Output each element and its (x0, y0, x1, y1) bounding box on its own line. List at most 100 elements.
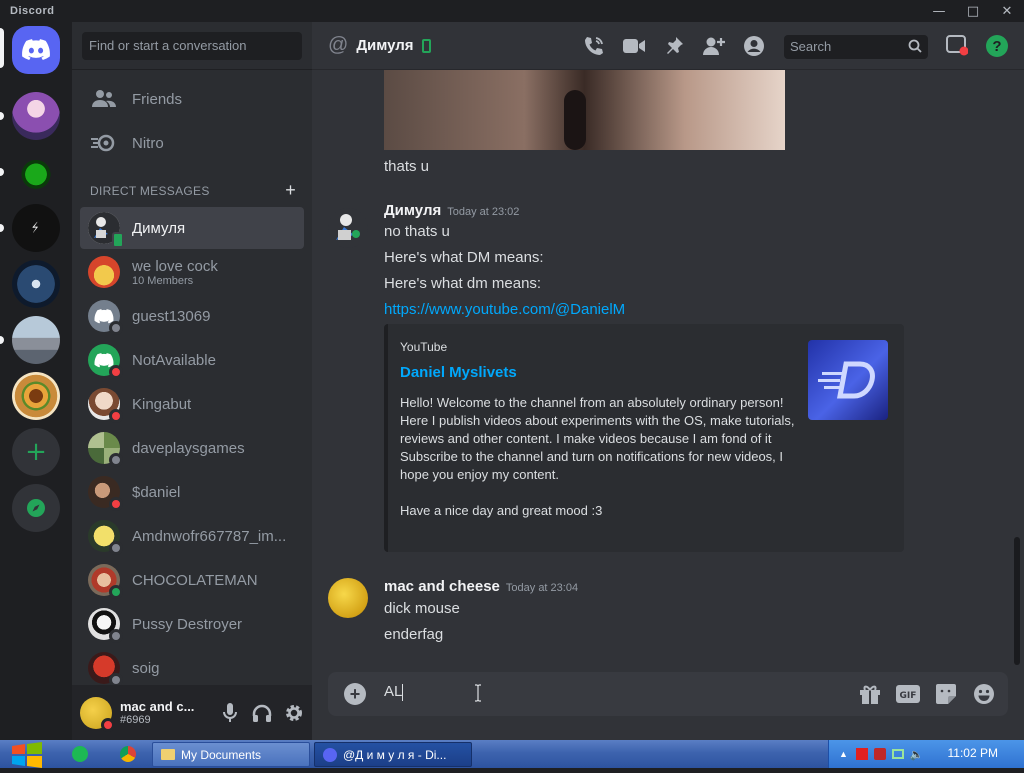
message-author[interactable]: mac and cheese Today at 23:04 (384, 578, 578, 595)
search-icon (908, 39, 922, 56)
dm-subtitle: 10 Members (132, 274, 194, 287)
voice-call-button[interactable] (582, 34, 606, 58)
divider (72, 69, 312, 70)
tray-expand-icon[interactable]: ▲ (839, 749, 848, 759)
text-cursor-icon (475, 684, 481, 702)
dm-name: CHOCOLATEMAN (132, 571, 258, 589)
embed-provider[interactable]: YouTube (400, 340, 447, 354)
windows-logo-icon (12, 742, 42, 768)
message-link[interactable]: https://www.youtube.com/@DanielM (384, 301, 625, 318)
dm-names: Димуля (132, 220, 185, 237)
close-button[interactable]: ✕ (990, 0, 1024, 22)
user-names[interactable]: mac and c... #6969 (120, 699, 208, 726)
headphones-button[interactable] (246, 697, 278, 729)
dm-item[interactable]: Kingabut (80, 383, 304, 425)
embed-thumbnail[interactable] (808, 340, 888, 420)
tray-clock[interactable]: 11:02 PM (948, 746, 998, 760)
emoji-button[interactable] (972, 682, 996, 706)
tray-volume-icon[interactable]: 🔈 (910, 748, 924, 761)
maximize-button[interactable]: □ (956, 0, 990, 22)
server-building[interactable] (12, 316, 60, 364)
server-ak47[interactable]: ⚡ (12, 204, 60, 252)
minimize-button[interactable]: — (922, 0, 956, 22)
nav-friends[interactable]: Friends (80, 79, 304, 119)
avatar[interactable] (328, 578, 368, 618)
explore-servers-button[interactable] (12, 484, 60, 532)
unread-indicator (0, 168, 4, 176)
inbox-button[interactable] (946, 34, 969, 61)
upload-button[interactable]: + (344, 683, 366, 705)
nav-nitro[interactable]: Nitro (80, 123, 304, 163)
dm-name: $daniel (132, 483, 181, 501)
dm-item[interactable]: CHOCOLATEMAN (80, 559, 304, 601)
microphone-button[interactable] (214, 697, 246, 729)
dm-item[interactable]: Pussy Destroyer (80, 603, 304, 645)
dm-item[interactable]: $daniel (80, 471, 304, 513)
tray-shield-icon[interactable] (873, 748, 886, 760)
avatar (88, 564, 123, 599)
dm-item[interactable]: daveplaysgames (80, 427, 304, 469)
user-avatar[interactable] (80, 696, 115, 732)
dm-sidebar: Find or start a conversation Friends Nit… (72, 22, 312, 740)
gif-icon: GIF (896, 685, 920, 703)
author-name: Димуля (384, 202, 442, 219)
message-author[interactable]: Димуля Today at 23:02 (384, 202, 519, 219)
message-search-input[interactable]: Search (784, 35, 928, 59)
emoji-icon (974, 684, 994, 704)
dm-item[interactable]: Димуля (80, 207, 304, 249)
dm-name: we love cock (132, 257, 218, 275)
friends-icon (88, 83, 120, 115)
add-friends-to-dm-button[interactable] (702, 34, 726, 58)
help-button[interactable]: ? (986, 35, 1008, 57)
sticker-button[interactable] (934, 682, 958, 706)
avatar-art (336, 214, 360, 240)
find-conversation-input[interactable]: Find or start a conversation (82, 32, 302, 60)
server-planet[interactable] (12, 260, 60, 308)
status-dnd-icon (109, 365, 123, 379)
message-timestamp: Today at 23:04 (505, 582, 579, 594)
dm-item[interactable]: we love cock 10 Members (80, 251, 304, 293)
user-profile-button[interactable] (742, 34, 766, 58)
sticker-icon (936, 684, 956, 704)
server-burger[interactable] (12, 372, 60, 420)
start-button[interactable] (10, 742, 44, 768)
pinned-messages-button[interactable] (662, 34, 686, 58)
dm-item[interactable]: Amdnwofr667787_im... (80, 515, 304, 557)
settings-button[interactable] (278, 697, 310, 729)
avatar (88, 388, 123, 423)
chrome-quicklaunch-icon[interactable] (120, 746, 136, 762)
message-input[interactable]: AL (384, 683, 404, 701)
gif-button[interactable]: GIF (896, 682, 920, 706)
scrollbar[interactable] (1014, 537, 1020, 665)
avatar (88, 300, 123, 335)
video-call-button[interactable] (622, 34, 646, 58)
avatar[interactable] (328, 208, 368, 248)
embed-title[interactable]: Daniel Myslivets (400, 364, 517, 381)
message-composer[interactable]: + AL GIF (328, 672, 1008, 716)
dm-item[interactable]: guest13069 (80, 295, 304, 337)
gear-icon (286, 704, 302, 721)
tray-flag-icon[interactable] (855, 748, 868, 760)
image-attachment[interactable] (384, 70, 785, 150)
gift-button[interactable] (858, 682, 882, 706)
chat-area: @ Димуля Search ? thats u Димуля Today a… (312, 22, 1024, 740)
add-server-button[interactable]: + (12, 428, 60, 476)
tray-network-icon[interactable] (891, 749, 904, 759)
window-title: Discord (10, 5, 55, 17)
taskbar-discord[interactable]: @Д и м у л я - Di... (314, 742, 472, 767)
taskbar-my-documents[interactable]: My Documents (152, 742, 310, 767)
discord-taskbar-icon (323, 747, 337, 762)
server-trollface[interactable] (12, 148, 60, 196)
user-panel: mac and c... #6969 (72, 685, 312, 740)
channel-header: @ Димуля Search ? (312, 22, 1024, 70)
dm-names: NotAvailable (132, 352, 216, 369)
channel-logo-icon (818, 361, 875, 399)
home-button[interactable] (12, 26, 60, 74)
status-offline-icon (109, 629, 123, 643)
unread-indicator (0, 336, 4, 344)
dm-item[interactable]: soig (80, 647, 304, 689)
spotify-quicklaunch-icon[interactable] (72, 746, 88, 762)
create-dm-button[interactable]: + (285, 181, 296, 199)
server-anime[interactable] (12, 92, 60, 140)
dm-item[interactable]: NotAvailable (80, 339, 304, 381)
